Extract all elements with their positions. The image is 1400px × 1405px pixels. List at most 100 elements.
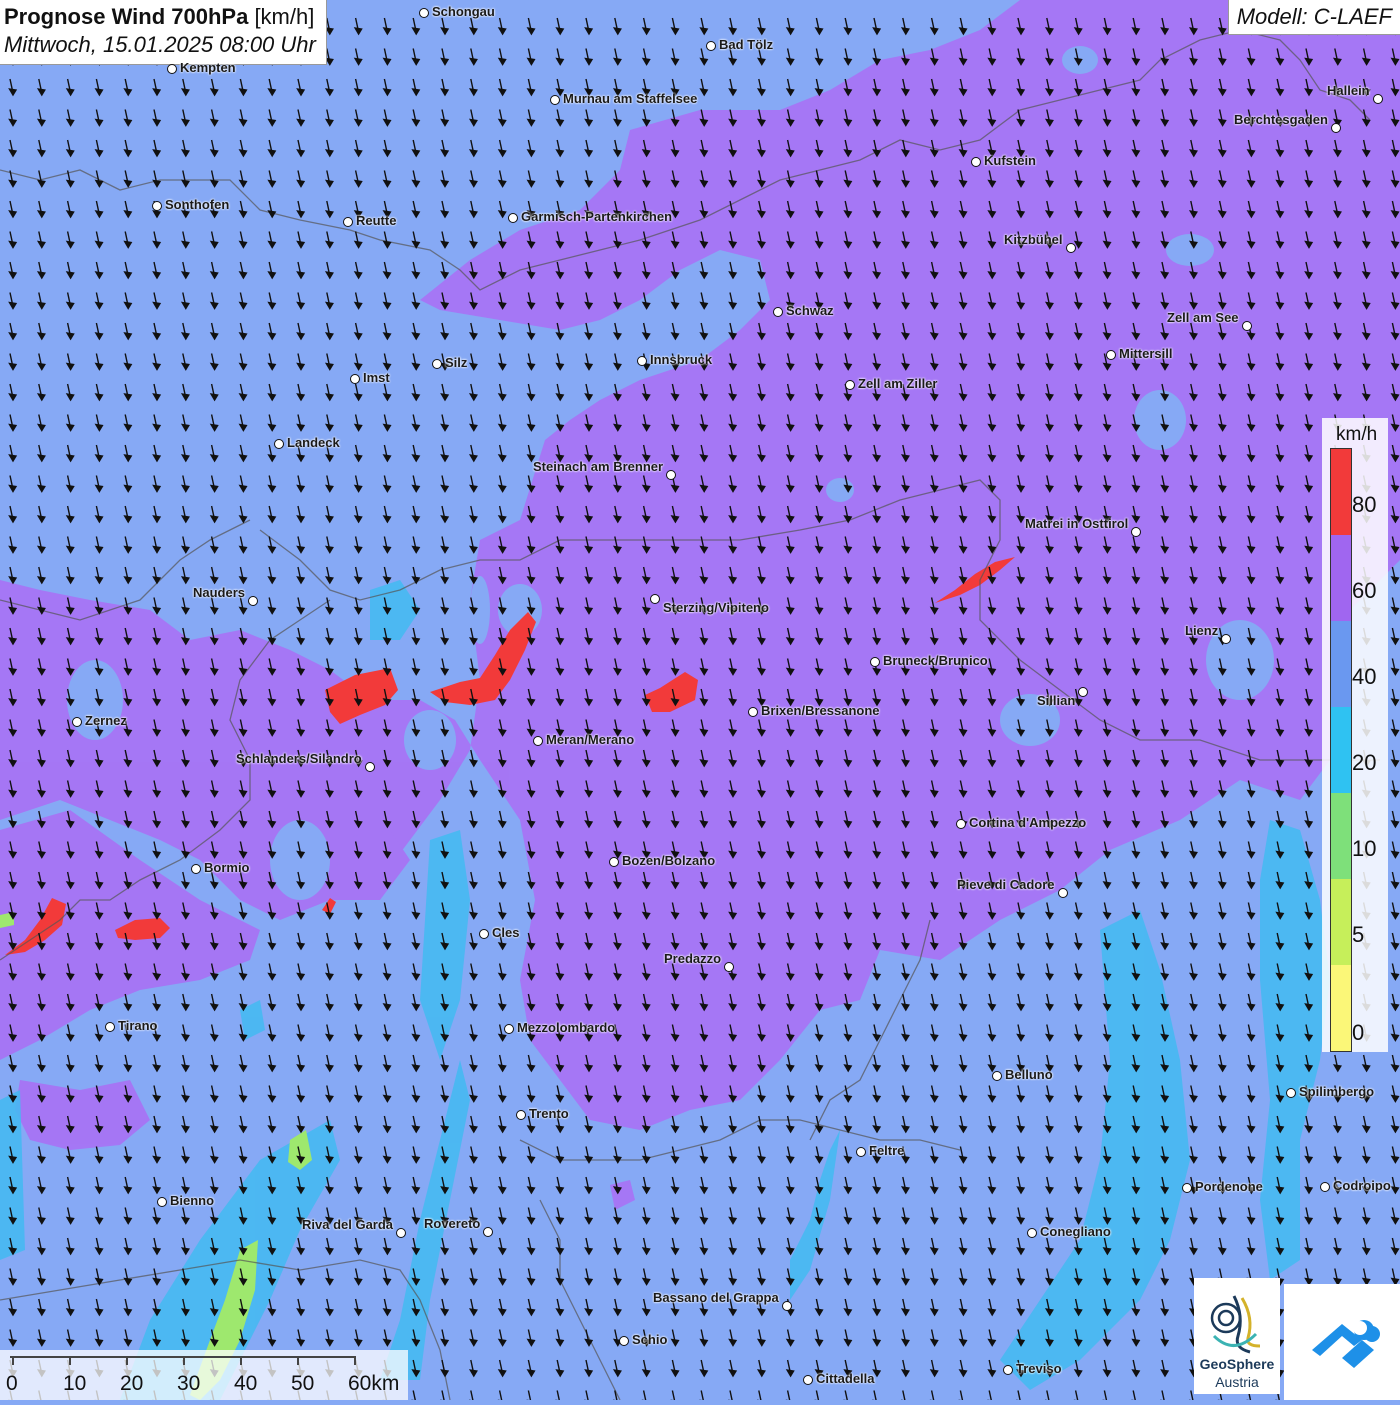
city-dot [396, 1228, 406, 1238]
legend-swatch [1331, 793, 1351, 879]
scale-tick [297, 1356, 299, 1365]
city-dot [419, 8, 429, 18]
city-dot [1003, 1365, 1013, 1375]
scale-bar: 0 10 20 30 40 50 60km [0, 1350, 408, 1400]
city-label: Kempten [180, 60, 236, 75]
legend-unit: km/h [1336, 424, 1378, 445]
legend-tick-label: 80 [1352, 492, 1377, 517]
scale-tick-label: 30 [177, 1372, 201, 1395]
city-label: Bassano del Grappa [653, 1290, 779, 1305]
city-dot [773, 307, 783, 317]
legend-tick-label: 40 [1352, 664, 1377, 689]
city-dot [1286, 1088, 1296, 1098]
title-main: Prognose Wind 700hPa [4, 4, 249, 29]
app-logo[interactable] [1284, 1284, 1400, 1400]
city-dot [650, 594, 660, 604]
city-label: Silz [445, 355, 468, 370]
forecast-datetime: Mittwoch, 15.01.2025 08:00 Uhr [4, 32, 316, 57]
scale-tick-label: 40 [234, 1372, 258, 1395]
city-dot [1027, 1228, 1037, 1238]
city-dot [1242, 321, 1252, 331]
scale-tick [354, 1356, 356, 1365]
city-dot [1182, 1183, 1192, 1193]
city-dot [724, 962, 734, 972]
city-label: Tirano [118, 1018, 158, 1033]
geosphere-logo: GeoSphere Austria [1194, 1278, 1280, 1394]
city-dot [550, 95, 560, 105]
legend-tick-label: 5 [1352, 922, 1365, 947]
city-dot [609, 857, 619, 867]
city-dot [803, 1375, 813, 1385]
city-dot [1058, 888, 1068, 898]
city-label: Pordenone [1195, 1179, 1263, 1194]
city-dot [637, 356, 647, 366]
city-label: Schongau [432, 4, 495, 19]
scale-tick [240, 1356, 242, 1365]
scale-tick-label: 10 [63, 1372, 87, 1395]
city-label: Reutte [356, 213, 397, 228]
city-dot [1373, 94, 1383, 104]
logo-text-line1: GeoSphere [1199, 1356, 1275, 1372]
city-label: Bienno [170, 1193, 215, 1208]
city-dot [248, 596, 258, 606]
city-dot [1131, 527, 1141, 537]
city-label: Schlanders/Silandro [236, 751, 362, 766]
city-label: Riva del Garda [302, 1217, 394, 1232]
city-label: Cortina d'Ampezzo [969, 815, 1087, 830]
city-label: Matrei in Osttirol [1025, 516, 1129, 531]
city-dot [666, 470, 676, 480]
city-label: Conegliano [1040, 1224, 1111, 1239]
city-label: Sonthofen [165, 197, 230, 212]
city-dot [105, 1022, 115, 1032]
city-dot [1221, 634, 1231, 644]
title-box: Prognose Wind 700hPa [km/h] Mittwoch, 15… [0, 0, 327, 65]
city-dot [870, 657, 880, 667]
city-dot [157, 1197, 167, 1207]
city-dot [845, 380, 855, 390]
city-dot [619, 1336, 629, 1346]
city-label: Schio [632, 1332, 668, 1347]
city-dot [1106, 350, 1116, 360]
city-label: Trento [529, 1106, 569, 1121]
color-legend: km/h 80 60 40 20 10 5 0 [1322, 418, 1388, 1052]
city-dot [971, 157, 981, 167]
city-label: Predazzo [664, 951, 722, 966]
city-dot [516, 1110, 526, 1120]
geosphere-emblem-icon [1210, 1295, 1261, 1354]
scale-tick-label: 20 [120, 1372, 144, 1395]
city-label: Cittadella [816, 1371, 875, 1386]
legend-tick-label: 0 [1352, 1020, 1365, 1045]
city-dot [167, 64, 177, 74]
city-label: Sillian [1037, 693, 1076, 708]
city-dot [483, 1227, 493, 1237]
city-label: Mittersill [1119, 346, 1173, 361]
city-label: Mezzolombardo [517, 1020, 616, 1035]
city-label: Lienz [1185, 623, 1219, 638]
city-dot [274, 439, 284, 449]
city-dot [533, 736, 543, 746]
city-dot [152, 201, 162, 211]
scale-tick-label: 0 [6, 1372, 18, 1395]
city-dot [1331, 123, 1341, 133]
city-dot [504, 1024, 514, 1034]
city-label: Treviso [1016, 1361, 1062, 1376]
city-label: Bad Tölz [719, 37, 774, 52]
city-label: Innsbruck [650, 352, 713, 367]
city-label: Meran/Merano [546, 732, 635, 747]
city-label: Zell am See [1167, 310, 1239, 325]
city-label: Zernez [85, 713, 127, 728]
city-label: Pieve di Cadore [957, 877, 1055, 892]
legend-swatch [1331, 621, 1351, 707]
legend-swatch [1331, 449, 1351, 535]
legend-tick-label: 10 [1352, 836, 1377, 861]
city-dot [1066, 243, 1076, 253]
city-label: Feltre [869, 1143, 905, 1158]
title-unit: [km/h] [254, 4, 315, 29]
city-dot [956, 819, 966, 829]
legend-swatch [1331, 879, 1351, 965]
legend-tick-label: 20 [1352, 750, 1377, 775]
city-label: Codroipo [1333, 1178, 1391, 1193]
map-title: Prognose Wind 700hPa [km/h] [4, 4, 316, 30]
logo-text-line2: Austria [1215, 1374, 1259, 1390]
city-label: Kufstein [984, 153, 1036, 168]
